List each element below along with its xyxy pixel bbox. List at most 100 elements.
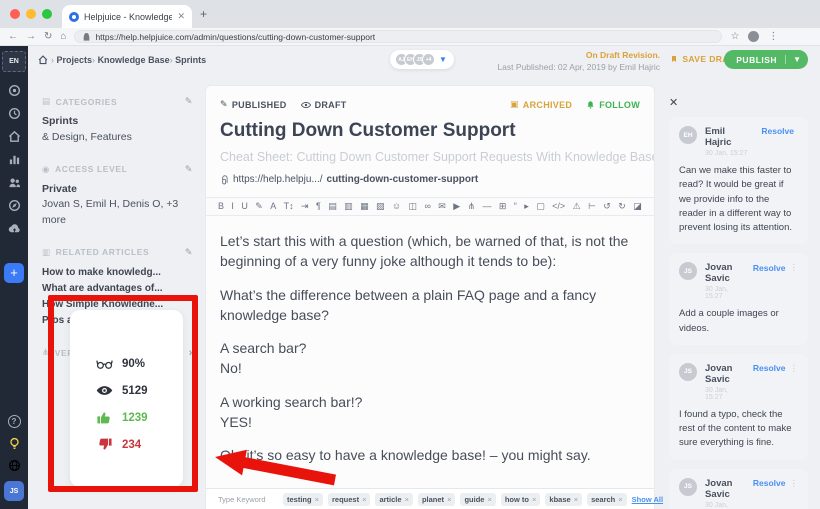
article-paragraph[interactable]: A working search bar!? YES! (220, 392, 638, 433)
link-button[interactable]: ∞ (424, 202, 430, 211)
split-button[interactable]: ⊢ (588, 202, 596, 211)
breadcrumb-item[interactable]: › Knowledge Base (92, 55, 170, 65)
article-paragraph[interactable]: A search bar? No! (220, 338, 638, 379)
access-level-value[interactable]: Private (42, 182, 193, 198)
collaborator-avatar[interactable]: +4 (422, 53, 435, 66)
code-button[interactable]: </> (552, 202, 565, 211)
tag-chip[interactable]: request× (328, 493, 370, 506)
font-size-button[interactable]: T↕ (284, 202, 294, 211)
bold-button[interactable]: B (218, 202, 224, 211)
image-button[interactable]: ◫ (409, 202, 418, 211)
record-icon[interactable] (8, 84, 21, 97)
article-body[interactable]: Let’s start this with a question (which,… (206, 216, 654, 466)
breadcrumb-item[interactable]: › Projects (51, 55, 92, 65)
category-secondary[interactable]: & Design, Features (42, 130, 193, 146)
comment-menu-icon[interactable]: ⋮ (790, 363, 799, 374)
home-icon[interactable] (8, 130, 21, 143)
collaborators-pill[interactable]: AJEHJS+4 ▼ (390, 50, 454, 69)
remove-tag-icon[interactable]: × (362, 495, 366, 504)
related-article-link[interactable]: What are advantages of... (42, 281, 193, 297)
select-button[interactable]: ▸ (524, 202, 529, 211)
globe-icon[interactable] (8, 459, 21, 472)
ordered-list-button[interactable]: ▦ (360, 202, 369, 211)
tag-input[interactable] (216, 494, 278, 505)
address-bar[interactable]: https://help.helpjuice.com/admin/questio… (74, 30, 722, 43)
align-justify-button[interactable]: ▥ (344, 202, 353, 211)
chevron-down-icon[interactable]: ▼ (439, 55, 447, 64)
bookmark-star-icon[interactable]: ☆ (730, 31, 739, 42)
back-icon[interactable]: ← (8, 32, 18, 42)
article-permalink[interactable]: https://help.helpju.../cutting-down-cust… (206, 164, 654, 197)
comment-menu-icon[interactable]: ⋮ (790, 262, 799, 273)
table-button[interactable]: ⊞ (499, 202, 507, 211)
breadcrumb-item[interactable]: › Sprints (170, 55, 207, 65)
edit-related-icon[interactable]: ✎ (185, 247, 193, 258)
close-comments-icon[interactable]: ✕ (669, 96, 678, 109)
home-icon[interactable]: ⌂ (60, 32, 66, 42)
tag-chip[interactable]: testing× (283, 493, 323, 506)
article-title[interactable]: Cutting Down Customer Support (206, 110, 654, 142)
language-badge[interactable]: EN (2, 51, 26, 72)
minimize-window-button[interactable] (26, 9, 36, 19)
comment-card[interactable]: EH Emil Hajric 30 Jan, 15:27 Resolve Can… (669, 117, 808, 244)
article-paragraph[interactable]: Oh, it’s so easy to have a knowledge bas… (220, 445, 638, 465)
hr-button[interactable]: — (483, 202, 492, 211)
close-window-button[interactable] (10, 9, 20, 19)
publish-button[interactable]: PUBLISH ▼ (724, 50, 808, 69)
resolve-link[interactable]: Resolve (753, 478, 786, 488)
help-icon[interactable]: ? (8, 415, 21, 428)
highlight-button[interactable]: ✎ (255, 202, 263, 211)
italic-button[interactable]: I (231, 202, 234, 211)
comment-card[interactable]: JS Jovan Savic 30 Jan, 15:27 Resolve ⋮ A… (669, 253, 808, 345)
video-button[interactable]: ▶ (453, 202, 460, 211)
article-paragraph[interactable]: What’s the difference between a plain FA… (220, 285, 638, 326)
comment-card[interactable]: JS Jovan Savic 30 Jan, 15:27 Resolve ⋮ B… (669, 469, 808, 509)
remove-tag-icon[interactable]: × (574, 495, 578, 504)
refresh-icon[interactable]: ↻ (44, 32, 52, 42)
chevron-right-icon[interactable]: › (189, 347, 193, 359)
cloud-upload-icon[interactable] (8, 222, 21, 235)
resolve-link[interactable]: Resolve (753, 263, 786, 273)
users-icon[interactable] (8, 176, 21, 189)
lightbulb-icon[interactable] (8, 437, 21, 450)
remove-tag-icon[interactable]: × (315, 495, 319, 504)
remove-tag-icon[interactable]: × (487, 495, 491, 504)
text-color-button[interactable]: A (270, 202, 276, 211)
edit-access-icon[interactable]: ✎ (185, 164, 193, 175)
new-tab-button[interactable]: + (200, 7, 207, 21)
maximize-window-button[interactable] (42, 9, 52, 19)
publish-dropdown-icon[interactable]: ▼ (785, 55, 808, 64)
create-new-button[interactable]: + (4, 263, 24, 283)
comment-card[interactable]: JS Jovan Savic 30 Jan, 15:27 Resolve ⋮ I… (669, 354, 808, 460)
remove-tag-icon[interactable]: × (532, 495, 536, 504)
resolve-link[interactable]: Resolve (761, 126, 794, 136)
browser-tab[interactable]: Helpjuice - Knowledge Base S... ✕ (62, 5, 192, 28)
article-subtitle[interactable]: Cheat Sheet: Cutting Down Customer Suppo… (206, 142, 654, 164)
category-primary[interactable]: Sprints (42, 114, 193, 130)
published-toggle[interactable]: ✎ PUBLISHED (220, 99, 287, 110)
remove-tag-icon[interactable]: × (447, 495, 451, 504)
related-article-link[interactable]: How to make knowledg... (42, 265, 193, 281)
browser-menu-icon[interactable]: ⋮ (768, 31, 778, 42)
browser-profile-avatar[interactable] (748, 31, 759, 42)
remove-tag-icon[interactable]: × (618, 495, 622, 504)
archived-button[interactable]: ▣ ARCHIVED (510, 99, 572, 110)
attachment-button[interactable]: ✉ (438, 202, 446, 211)
comment-menu-icon[interactable]: ⋮ (790, 478, 799, 489)
emoji-button[interactable]: ☺ (392, 202, 401, 211)
draft-toggle[interactable]: DRAFT (301, 100, 347, 110)
tag-chip[interactable]: search× (587, 493, 627, 506)
resolve-link[interactable]: Resolve (753, 363, 786, 373)
tag-chip[interactable]: guide× (460, 493, 495, 506)
user-avatar-badge[interactable]: JS (4, 481, 24, 501)
tag-chip[interactable]: how to× (501, 493, 541, 506)
undo-button[interactable]: ↺ (603, 202, 611, 211)
tag-chip[interactable]: kbase× (545, 493, 582, 506)
quote-button[interactable]: “ (514, 202, 517, 211)
forward-icon[interactable]: → (26, 32, 36, 42)
align-left-button[interactable]: ▤ (328, 202, 337, 211)
home-breadcrumb-icon[interactable] (38, 55, 48, 65)
history-icon[interactable] (8, 107, 21, 120)
warning-button[interactable]: ⚠ (573, 202, 581, 211)
explore-icon[interactable] (8, 199, 21, 212)
